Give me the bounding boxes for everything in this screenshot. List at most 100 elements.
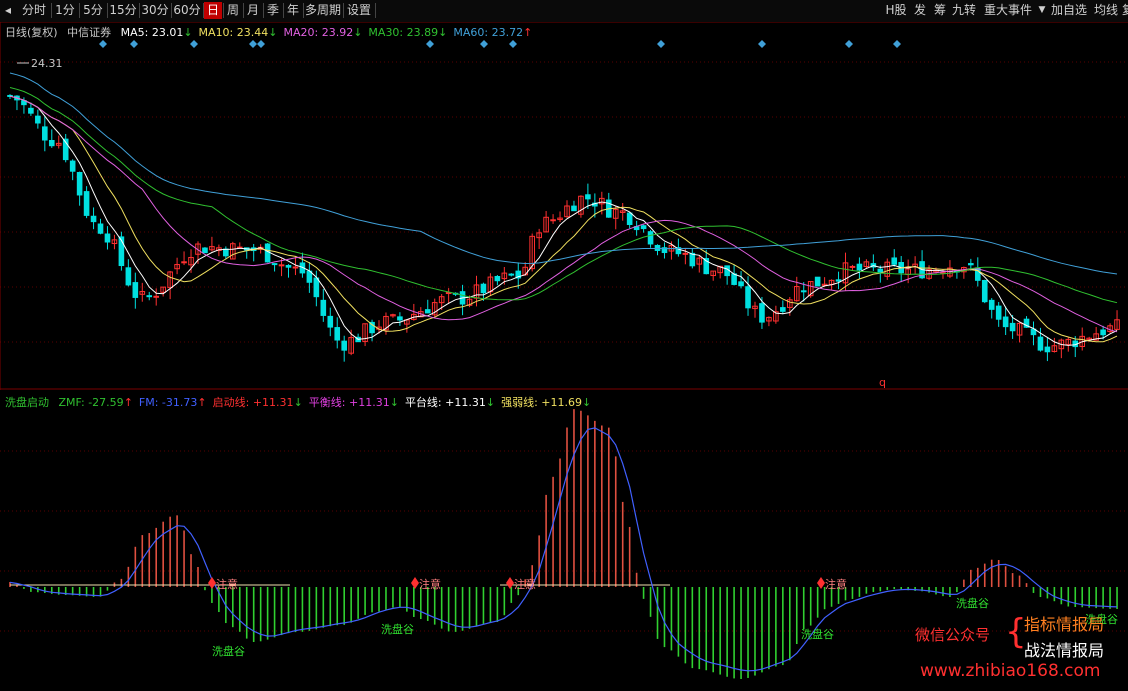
candle-body: [202, 247, 208, 254]
main-kline-chart[interactable]: 24.31 q 日线(复权) 中信证券 MA5: 23.01↓ MA10: 23.4…: [0, 22, 1128, 390]
period-tab-0[interactable]: 分时: [18, 2, 50, 19]
ma-legend-item: MA30: 23.89↓: [368, 26, 447, 39]
period-tab-2[interactable]: 5分: [80, 2, 106, 19]
attention-label: 注意: [419, 577, 441, 591]
period-tab-8[interactable]: 月: [244, 2, 262, 19]
indicator-param-label: 强弱线:: [501, 396, 538, 409]
watermark-url: www.zhibiao168.com: [920, 661, 1101, 681]
ma-legend-label: MA5:: [120, 26, 149, 39]
candle-body: [480, 283, 487, 294]
indicator-param-arrow: ↓: [485, 396, 496, 409]
indicator-param-label: ZMF:: [58, 396, 85, 409]
toolbar-right-button-6[interactable]: 均线: [1092, 2, 1120, 19]
candle-body: [891, 257, 898, 265]
candle-body: [48, 140, 55, 147]
wash-valley-label: 洗盘谷: [212, 644, 245, 658]
candle-body: [731, 273, 737, 285]
max-price-label: 24.31: [31, 57, 63, 70]
period-tab-5[interactable]: 60分: [172, 2, 202, 19]
indicator-param-arrow: ↓: [389, 396, 399, 409]
toolbar-right-button-1[interactable]: 发: [912, 2, 928, 19]
candle-body: [35, 115, 41, 124]
toolbar-left-icon[interactable]: ◂: [2, 2, 14, 19]
indicator-chart[interactable]: 注意 注意 注意 注意 洗盘谷 洗盘谷 洗盘谷 洗盘谷 洗盘谷 洗盘启动 ZMF: -27.59…: [0, 391, 1128, 687]
indicator-param-item: 平衡线: +11.31↓: [309, 396, 399, 409]
period-tab-7[interactable]: 周: [224, 2, 242, 19]
ma-legend-items: MA5: 23.01↓ MA10: 23.44↓ MA20: 23.92↓ MA30:…: [115, 26, 533, 39]
ma-legend-arrow: ↓: [183, 26, 193, 39]
signal-diamond-icon: [509, 40, 517, 48]
indicator-param-value: +11.31: [345, 396, 390, 409]
indicator-param-item: ZMF: -27.59↑: [59, 396, 133, 409]
period-tab-3[interactable]: 15分: [108, 2, 138, 19]
indicator-param-item: 启动线: +11.31↓: [213, 396, 303, 409]
candle-body: [264, 243, 271, 263]
candle-body: [1002, 316, 1009, 328]
candle-body: [877, 268, 884, 273]
period-toolbar: ◂ 分时 1分 5分 15分 30分 60分日周月季年多周期 设置 H股发筹九转 重大事件 ▼ 加自…: [0, 0, 1128, 23]
toolbar-right-button-5[interactable]: 加自选: [1050, 2, 1088, 19]
attention-label: 注意: [216, 577, 238, 591]
candle-body: [341, 340, 347, 351]
candle-body: [856, 263, 863, 271]
signal-diamond-icon: [257, 40, 265, 48]
toolbar-right-button-2[interactable]: 筹: [932, 2, 948, 19]
triangle-down-icon[interactable]: ▼: [1037, 2, 1047, 19]
wash-valley-label: 洗盘谷: [956, 596, 989, 610]
watermark-line1: 指标情报局: [1024, 615, 1105, 634]
ma-legend-arrow: ↓: [268, 26, 278, 39]
candle-body: [104, 233, 111, 243]
toolbar-right-button-3[interactable]: 九转: [951, 2, 977, 19]
ma-legend-arrow: ↓: [438, 26, 448, 39]
ma-legend-value: 23.44: [233, 26, 269, 39]
indicator-param-arrow: ↓: [293, 396, 303, 409]
signal-diamond-icon: [845, 40, 853, 48]
candle-body: [278, 264, 285, 267]
attention-label: 注意: [514, 577, 536, 591]
toolbar-divider: [375, 3, 376, 18]
indicator-param-arrow: ↓: [582, 396, 592, 409]
watermark-line2: 战法情报局: [1024, 641, 1105, 660]
candle-body: [682, 252, 689, 255]
candle-body: [90, 215, 97, 223]
period-tab-12[interactable]: 设置: [344, 2, 374, 19]
ma-legend-item: MA5: 23.01↓: [121, 26, 193, 39]
indicator-name: 洗盘启动: [5, 396, 49, 409]
candle-body: [271, 263, 278, 266]
period-tab-9[interactable]: 季: [264, 2, 282, 19]
candle-body: [146, 295, 153, 298]
candle-body: [1037, 336, 1044, 351]
ma-legend-value: 23.01: [148, 26, 184, 39]
candle-body: [689, 252, 696, 267]
indicator-param-value: +11.31: [441, 396, 486, 409]
candle-body: [153, 295, 160, 298]
period-tab-4[interactable]: 30分: [140, 2, 170, 19]
main-legend: 日线(复权) 中信证券 MA5: 23.01↓ MA10: 23.44↓ MA20:…: [5, 24, 532, 40]
period-tab-10[interactable]: 年: [284, 2, 302, 19]
ma-line: [9, 72, 1118, 275]
candle-body: [585, 194, 591, 200]
candle-body: [327, 315, 334, 328]
kline-canvas[interactable]: 24.31 q: [0, 22, 1128, 390]
candle-body: [738, 281, 744, 287]
toolbar-right-button-0[interactable]: H股: [885, 2, 907, 19]
candle-body: [334, 327, 341, 341]
toolbar-right-button-4[interactable]: 重大事件: [980, 2, 1036, 19]
candle-body: [313, 277, 320, 298]
ma-line: [9, 95, 1118, 346]
candle-body: [76, 172, 83, 196]
period-tab-11[interactable]: 多周期: [304, 2, 342, 19]
period-tab-1[interactable]: 1分: [52, 2, 78, 19]
toolbar-right-button-7[interactable]: 复: [1122, 2, 1128, 19]
candle-body: [780, 307, 786, 312]
signal-diamond-icon: [99, 40, 107, 48]
candle-body: [647, 231, 654, 245]
ma-legend-label: MA30:: [368, 26, 404, 39]
period-tab-6[interactable]: 日: [204, 2, 222, 19]
signal-diamond-icon: [893, 40, 901, 48]
candle-body: [397, 316, 403, 321]
ma-legend-label: MA20:: [283, 26, 319, 39]
candle-body: [1044, 346, 1051, 353]
indicator-param-item: FM: -31.73↑: [139, 396, 207, 409]
ma-legend-label: MA10:: [198, 26, 234, 39]
